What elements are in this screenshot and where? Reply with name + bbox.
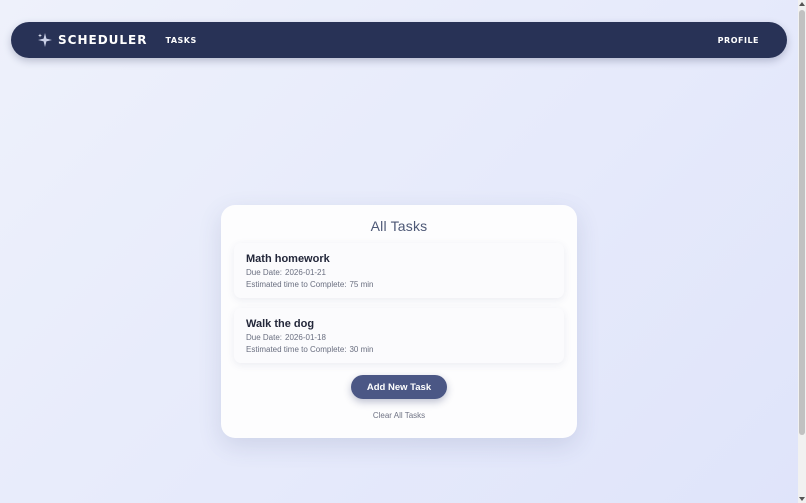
clear-all-tasks-link[interactable]: Clear All Tasks bbox=[221, 411, 577, 420]
task-due-date: Due Date: 2026-01-18 bbox=[246, 333, 552, 343]
all-tasks-card: All Tasks Math homework Due Date: 2026-01… bbox=[221, 205, 577, 438]
due-date-value: 2026-01-21 bbox=[285, 268, 326, 277]
nav-link-tasks[interactable]: TASKS bbox=[165, 36, 196, 45]
scroll-down-arrow-icon[interactable] bbox=[799, 497, 805, 501]
estimate-label: Estimated time to Complete: bbox=[246, 280, 347, 289]
task-estimate: Estimated time to Complete: 75 min bbox=[246, 280, 552, 290]
scroll-up-arrow-icon[interactable] bbox=[799, 2, 805, 6]
due-date-value: 2026-01-18 bbox=[285, 333, 326, 342]
card-title: All Tasks bbox=[370, 218, 428, 234]
brand-logo[interactable]: SCHEDULER bbox=[37, 32, 147, 48]
scrollbar-thumb[interactable] bbox=[799, 10, 805, 435]
estimate-value: 30 min bbox=[349, 345, 374, 354]
task-due-date: Due Date: 2026-01-21 bbox=[246, 268, 552, 278]
estimate-value: 75 min bbox=[349, 280, 374, 289]
brand-name: SCHEDULER bbox=[58, 33, 148, 47]
due-date-label: Due Date: bbox=[246, 333, 283, 342]
estimate-label: Estimated time to Complete: bbox=[246, 345, 347, 354]
task-estimate: Estimated time to Complete: 30 min bbox=[246, 345, 552, 355]
task-item[interactable]: Math homework Due Date: 2026-01-21 Estima… bbox=[234, 243, 564, 298]
add-new-task-button[interactable]: Add New Task bbox=[351, 375, 447, 399]
task-name: Math homework bbox=[246, 253, 330, 265]
task-item[interactable]: Walk the dog Due Date: 2026-01-18 Estimat… bbox=[234, 308, 564, 363]
nav-link-profile[interactable]: PROFILE bbox=[718, 36, 759, 45]
sparkle-icon bbox=[37, 32, 53, 48]
vertical-scrollbar[interactable] bbox=[798, 0, 806, 503]
top-navbar: SCHEDULER TASKS PROFILE bbox=[11, 22, 787, 58]
task-name: Walk the dog bbox=[246, 318, 315, 330]
due-date-label: Due Date: bbox=[246, 268, 283, 277]
